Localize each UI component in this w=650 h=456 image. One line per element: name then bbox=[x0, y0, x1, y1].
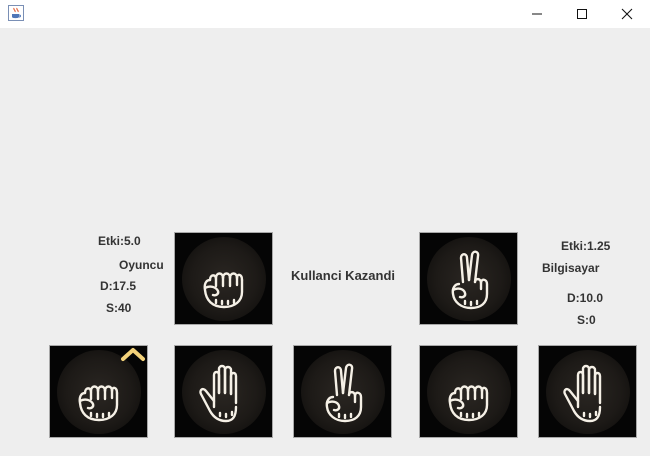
java-coffee-icon[interactable] bbox=[8, 5, 24, 21]
minimize-icon bbox=[532, 13, 542, 15]
computer-d-label: D:10.0 bbox=[567, 291, 604, 305]
maximize-icon bbox=[577, 9, 587, 19]
computer-s-label: S:0 bbox=[577, 313, 596, 327]
paper-hand-icon bbox=[560, 363, 616, 425]
rock-hand-icon bbox=[441, 363, 497, 425]
hand-choice-paper[interactable] bbox=[174, 345, 273, 438]
minimize-button[interactable] bbox=[514, 0, 560, 28]
computer-etki-label: Etki:1.25 bbox=[561, 239, 611, 253]
scissors-hand-icon bbox=[441, 250, 497, 312]
chevron-up-icon bbox=[121, 348, 145, 361]
computer-name-label: Bilgisayar bbox=[542, 261, 600, 275]
window-titlebar bbox=[0, 0, 650, 28]
close-icon bbox=[621, 8, 633, 20]
hand-choice-rock-2[interactable] bbox=[419, 345, 518, 438]
scissors-hand-icon bbox=[315, 363, 371, 425]
close-button[interactable] bbox=[604, 0, 650, 28]
player-etki-label: Etki:5.0 bbox=[98, 234, 141, 248]
player-s-label: S:40 bbox=[106, 301, 132, 315]
result-text: Kullanci Kazandi bbox=[291, 268, 396, 283]
player-d-label: D:17.5 bbox=[100, 279, 137, 293]
rock-hand-icon bbox=[196, 250, 252, 312]
paper-hand-icon bbox=[196, 363, 252, 425]
hand-choice-paper-2[interactable] bbox=[538, 345, 637, 438]
rock-hand-icon bbox=[71, 363, 127, 425]
hand-choice-scissors[interactable] bbox=[293, 345, 392, 438]
maximize-button[interactable] bbox=[559, 0, 605, 28]
player-name-label: Oyuncu bbox=[119, 258, 164, 272]
player-played-card bbox=[174, 232, 273, 325]
computer-played-card bbox=[419, 232, 518, 325]
